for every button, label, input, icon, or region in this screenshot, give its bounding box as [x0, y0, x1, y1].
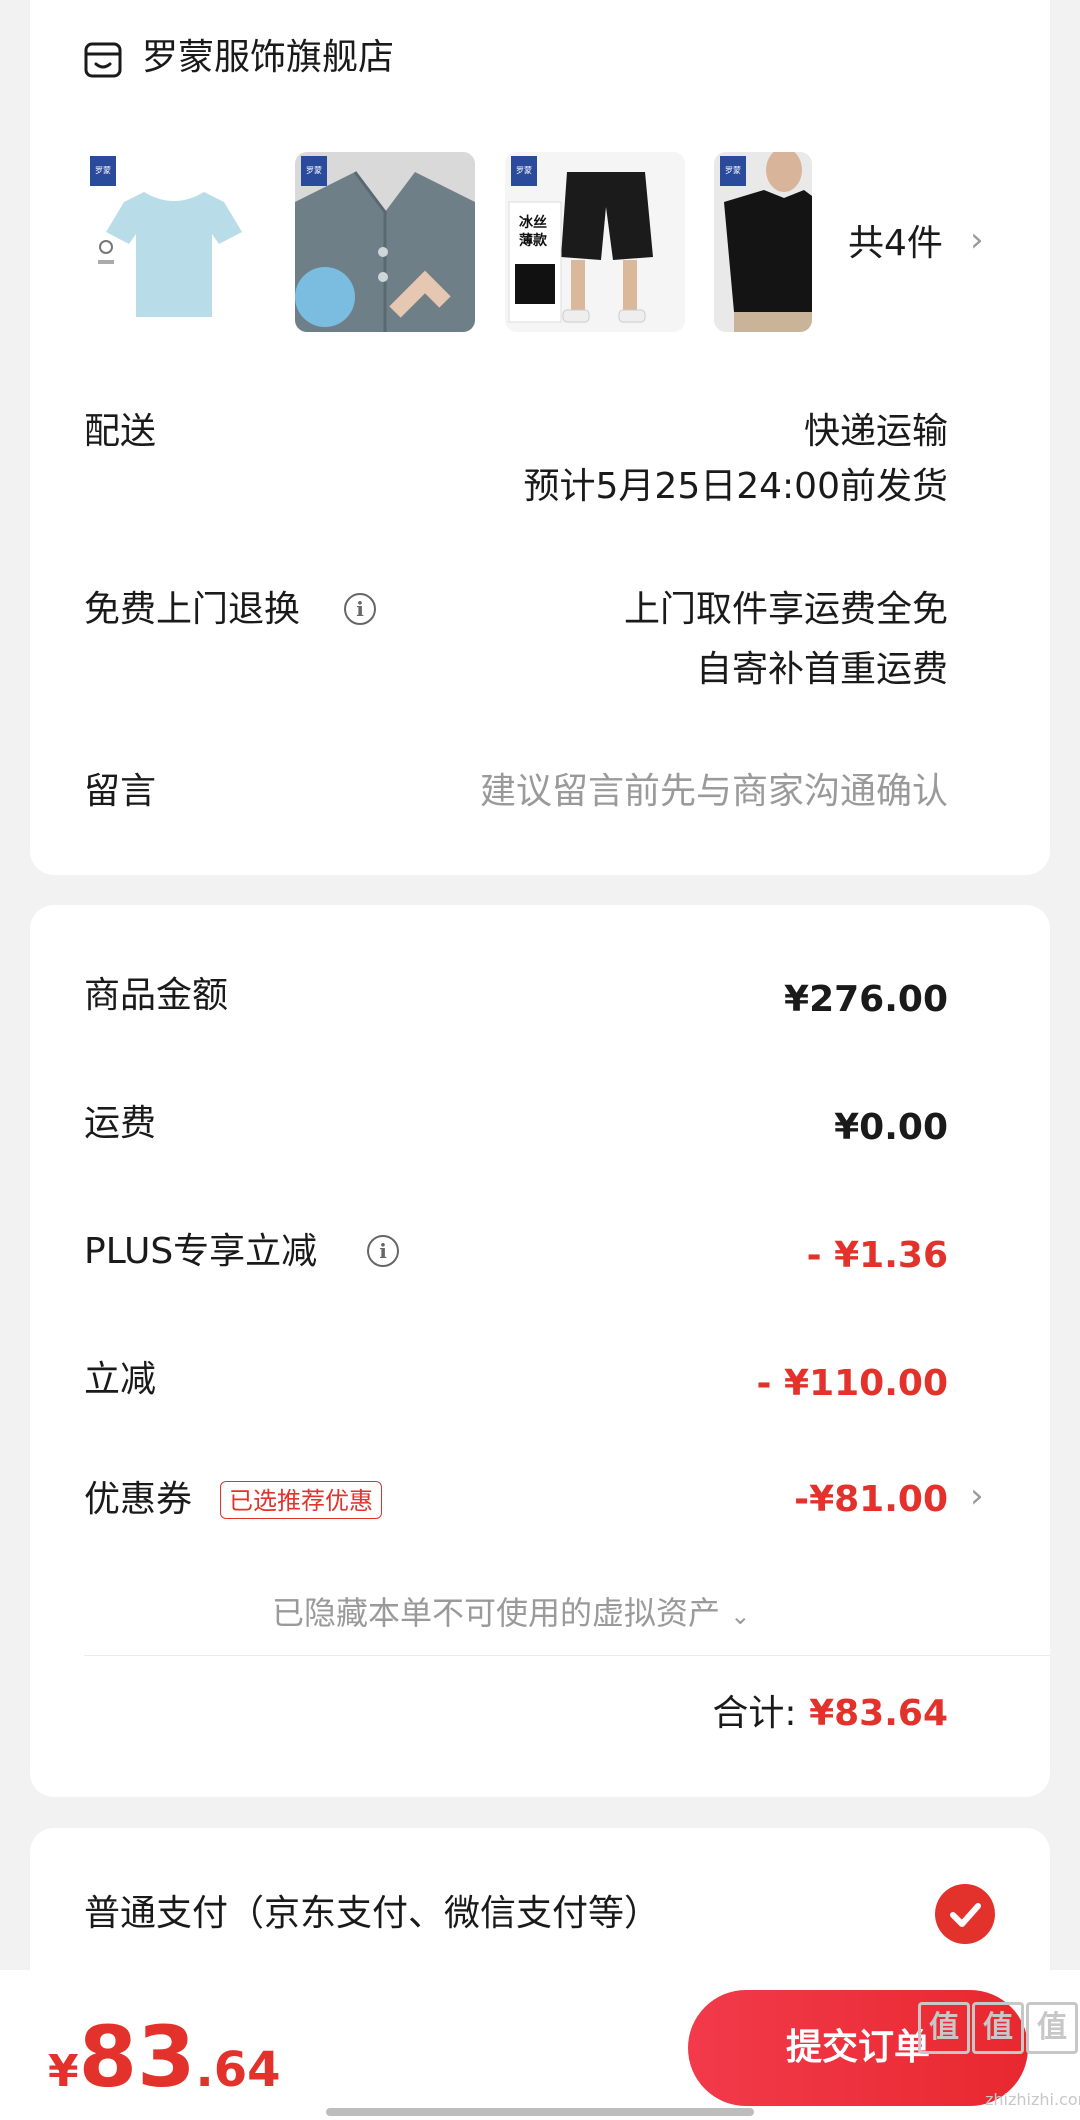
- chevron-down-icon: ⌄: [730, 1602, 751, 1630]
- shipping-value: ¥0.00: [834, 1107, 948, 1148]
- payment-option-label[interactable]: 普通支付（京东支付、微信支付等）: [84, 1892, 660, 1935]
- chevron-right-icon[interactable]: ›: [970, 1476, 984, 1516]
- instant-discount-label: 立减: [84, 1359, 157, 1400]
- brand-tag: 罗蒙: [720, 156, 746, 186]
- product-thumb-4[interactable]: 罗蒙: [714, 152, 812, 332]
- hidden-assets-toggle[interactable]: 已隐藏本单不可使用的虚拟资产 ⌄: [272, 1588, 750, 1634]
- goods-amount-label: 商品金额: [84, 975, 229, 1016]
- product-caption: 冰丝薄款: [519, 215, 547, 249]
- product-thumb-1[interactable]: 罗蒙: [84, 152, 264, 332]
- info-icon[interactable]: i: [367, 1235, 399, 1267]
- coupon-value[interactable]: -¥81.00: [794, 1478, 948, 1521]
- delivery-label: 配送: [84, 411, 157, 452]
- total-label: 合计:: [712, 1693, 797, 1734]
- store-name[interactable]: 罗蒙服饰旗舰店: [142, 36, 394, 79]
- hidden-assets-text: 已隐藏本单不可使用的虚拟资产: [272, 1594, 721, 1632]
- brand-tag: 罗蒙: [90, 156, 116, 186]
- price-decimal: .64: [195, 2042, 281, 2098]
- product-thumb-2[interactable]: 罗蒙: [295, 152, 475, 332]
- total-value: ¥83.64: [809, 1693, 948, 1734]
- watermark-char: 值: [918, 2002, 970, 2054]
- coupon-badge: 已选推荐优惠: [220, 1481, 382, 1519]
- free-return-line1: 上门取件享运费全免: [623, 589, 948, 630]
- home-indicator[interactable]: [326, 2108, 754, 2116]
- price-integer: 83: [78, 2008, 196, 2106]
- goods-amount-value: ¥276.00: [784, 979, 948, 1020]
- message-input[interactable]: 建议留言前先与商家沟通确认: [480, 770, 948, 813]
- instant-discount-value: - ¥110.00: [756, 1363, 948, 1404]
- info-icon[interactable]: i: [344, 593, 376, 625]
- delivery-method[interactable]: 快递运输: [804, 410, 948, 453]
- item-count[interactable]: 共4件: [848, 222, 943, 265]
- brand-tag: 罗蒙: [511, 156, 537, 186]
- watermark-char: 值: [972, 2002, 1024, 2054]
- watermark-text: zhizhizhi.com: [985, 2090, 1080, 2109]
- product-thumb-3[interactable]: 罗蒙 冰丝薄款: [505, 152, 685, 332]
- plus-discount-value: - ¥1.36: [806, 1235, 948, 1276]
- free-return-line2: 自寄补首重运费: [695, 649, 948, 690]
- chevron-right-icon[interactable]: ›: [970, 220, 984, 260]
- plus-discount-label: PLUS专享立减: [84, 1231, 318, 1272]
- free-return-label: 免费上门退换: [84, 589, 301, 630]
- delivery-estimate: 预计5月25日24:00前发货: [523, 466, 948, 507]
- bottom-price: ¥83.64: [48, 2008, 281, 2106]
- total-row: 合计: ¥83.64: [712, 1692, 948, 1735]
- check-glyph-icon: [950, 1903, 981, 1927]
- amount-card: [30, 905, 1050, 1797]
- watermark-char: 值: [1026, 2002, 1078, 2054]
- checkmark-icon[interactable]: [935, 1884, 995, 1944]
- shipping-label: 运费: [84, 1103, 157, 1144]
- store-icon: [84, 42, 122, 78]
- coupon-label: 优惠券: [84, 1479, 193, 1520]
- brand-tag: 罗蒙: [301, 156, 327, 186]
- message-label: 留言: [84, 771, 157, 812]
- currency-symbol: ¥: [48, 2046, 79, 2097]
- divider: [84, 1655, 1050, 1656]
